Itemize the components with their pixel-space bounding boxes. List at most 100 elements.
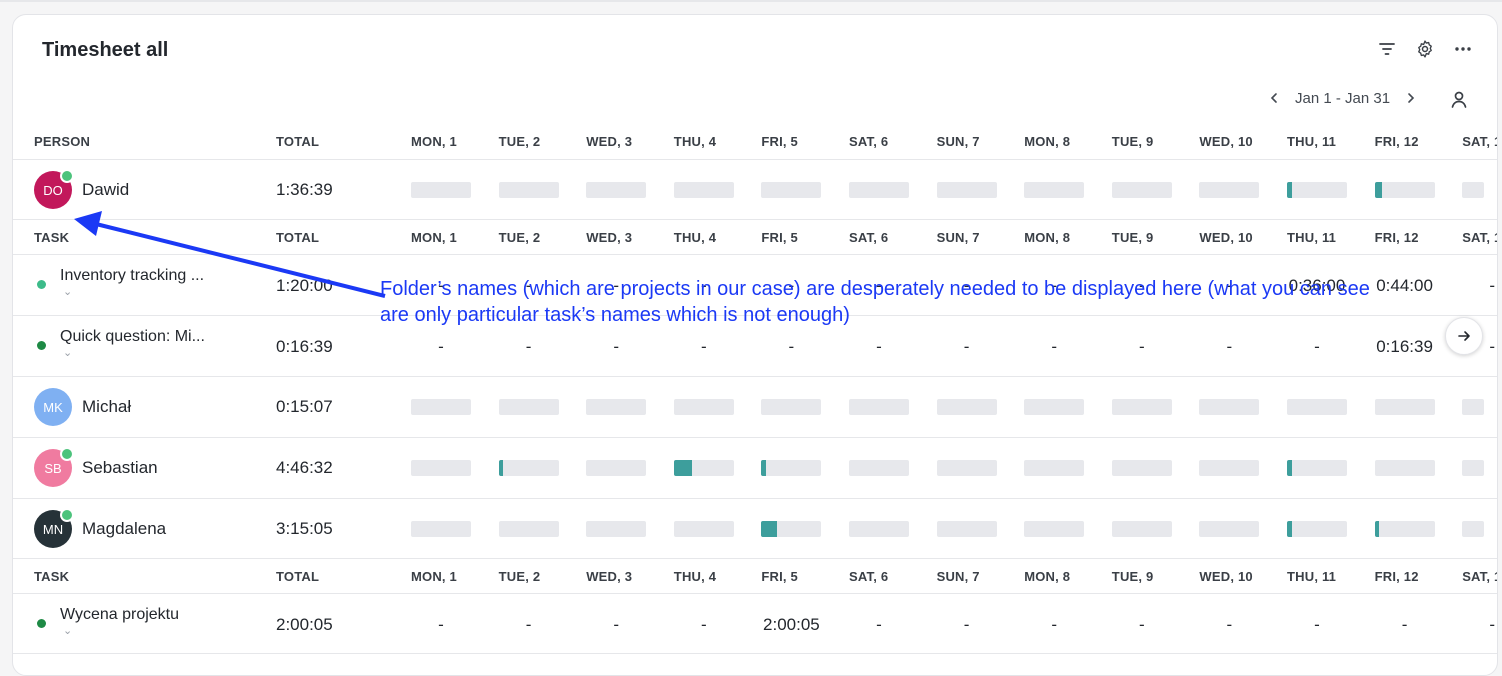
day-bar[interactable]: [849, 182, 909, 198]
chevron-down-icon[interactable]: ⌄: [63, 285, 72, 298]
day-bar[interactable]: [936, 399, 997, 415]
day-bar[interactable]: [1111, 182, 1172, 198]
day-bar[interactable]: [673, 182, 734, 198]
day-bar[interactable]: [1462, 399, 1485, 415]
task-day-value[interactable]: -: [571, 337, 661, 357]
day-bar[interactable]: [498, 460, 559, 476]
day-bar[interactable]: [1199, 182, 1260, 198]
person-name[interactable]: Dawid: [82, 180, 129, 200]
day-bar[interactable]: [498, 399, 559, 415]
task-row[interactable]: Wycena projektu ⌄ 2:00:05- - - -2:00:05- - - - - -…: [13, 593, 1497, 654]
task-day-value[interactable]: -: [484, 337, 574, 357]
task-name[interactable]: Inventory tracking ...: [60, 267, 204, 285]
task-day-value[interactable]: -: [396, 337, 486, 357]
day-bar[interactable]: [1024, 460, 1085, 476]
day-bar[interactable]: [411, 521, 471, 537]
task-day-value[interactable]: -: [1184, 337, 1274, 357]
day-bar[interactable]: [1024, 182, 1085, 198]
chevron-down-icon[interactable]: ⌄: [63, 346, 72, 359]
task-day-value[interactable]: -: [1272, 615, 1362, 635]
date-range-label[interactable]: Jan 1 - Jan 31: [1291, 90, 1394, 107]
scroll-right-button[interactable]: [1445, 317, 1483, 355]
day-bar[interactable]: [586, 521, 647, 537]
day-bar[interactable]: [586, 460, 647, 476]
day-bar[interactable]: [411, 399, 471, 415]
task-day-value[interactable]: -: [1009, 337, 1099, 357]
filter-icon[interactable]: [1375, 37, 1399, 61]
day-bar[interactable]: [1287, 399, 1347, 415]
task-day-value[interactable]: -: [484, 615, 574, 635]
task-day-value[interactable]: -: [571, 615, 661, 635]
day-bar[interactable]: [761, 460, 822, 476]
chevron-left-icon[interactable]: [1265, 89, 1283, 107]
day-bar[interactable]: [936, 521, 997, 537]
gear-icon[interactable]: [1413, 37, 1437, 61]
task-day-value[interactable]: -: [1097, 615, 1187, 635]
more-icon[interactable]: [1451, 37, 1475, 61]
task-day-value[interactable]: -: [834, 615, 924, 635]
day-bar[interactable]: [673, 460, 734, 476]
person-name[interactable]: Magdalena: [82, 519, 166, 539]
task-day-value[interactable]: -: [834, 337, 924, 357]
task-day-value[interactable]: -: [1447, 615, 1497, 635]
day-bar[interactable]: [1111, 460, 1172, 476]
day-bar[interactable]: [1374, 521, 1435, 537]
day-bar[interactable]: [849, 399, 909, 415]
task-day-value[interactable]: 0:16:39: [1360, 337, 1450, 357]
day-bar[interactable]: [1374, 182, 1435, 198]
day-bar[interactable]: [849, 460, 909, 476]
person-row[interactable]: SB Sebastian 4:46:32: [13, 437, 1497, 498]
day-bar[interactable]: [936, 182, 997, 198]
user-icon[interactable]: [1447, 87, 1471, 111]
task-day-value[interactable]: -: [1272, 337, 1362, 357]
person-name[interactable]: Michał: [82, 397, 131, 417]
person-name[interactable]: Sebastian: [82, 458, 158, 478]
day-bar[interactable]: [1462, 460, 1485, 476]
day-bar[interactable]: [1462, 182, 1485, 198]
task-day-value[interactable]: -: [746, 337, 836, 357]
day-bar[interactable]: [673, 399, 734, 415]
day-bar[interactable]: [1462, 521, 1485, 537]
task-day-value[interactable]: -: [659, 615, 749, 635]
day-bar[interactable]: [1024, 521, 1085, 537]
person-row[interactable]: MK Michał 0:15:07: [13, 376, 1497, 437]
task-name[interactable]: Wycena projektu: [60, 606, 179, 624]
day-bar[interactable]: [1199, 399, 1260, 415]
day-bar[interactable]: [1111, 399, 1172, 415]
day-bar[interactable]: [498, 521, 559, 537]
day-bar[interactable]: [586, 182, 647, 198]
day-bar[interactable]: [761, 182, 822, 198]
task-day-value[interactable]: -: [1184, 615, 1274, 635]
day-bar[interactable]: [1374, 399, 1435, 415]
task-day-value[interactable]: -: [922, 615, 1012, 635]
person-row[interactable]: MN Magdalena 3:15:05: [13, 498, 1497, 559]
day-bar[interactable]: [1287, 521, 1347, 537]
chevron-down-icon[interactable]: ⌄: [63, 624, 72, 637]
day-bar[interactable]: [673, 521, 734, 537]
day-bar[interactable]: [411, 182, 471, 198]
task-day-value[interactable]: 2:00:05: [746, 615, 836, 635]
day-bar[interactable]: [1199, 460, 1260, 476]
day-bar[interactable]: [761, 521, 822, 537]
task-day-value[interactable]: -: [1097, 337, 1187, 357]
day-bar[interactable]: [1111, 521, 1172, 537]
day-bar[interactable]: [849, 521, 909, 537]
day-bar[interactable]: [411, 460, 471, 476]
task-day-value[interactable]: -: [1360, 615, 1450, 635]
chevron-right-icon[interactable]: [1402, 89, 1420, 107]
task-day-value[interactable]: -: [659, 337, 749, 357]
task-day-value[interactable]: -: [922, 337, 1012, 357]
task-name[interactable]: Quick question: Mi...: [60, 328, 205, 346]
task-day-value[interactable]: -: [396, 615, 486, 635]
day-bar[interactable]: [936, 460, 997, 476]
day-bar[interactable]: [1024, 399, 1085, 415]
day-bar[interactable]: [586, 399, 647, 415]
day-bar[interactable]: [1287, 182, 1347, 198]
day-bar[interactable]: [1199, 521, 1260, 537]
day-bar[interactable]: [498, 182, 559, 198]
task-day-value[interactable]: -: [1447, 276, 1497, 296]
day-bar[interactable]: [1374, 460, 1435, 476]
day-bar[interactable]: [1287, 460, 1347, 476]
person-row[interactable]: DO Dawid 1:36:39: [13, 159, 1497, 220]
task-day-value[interactable]: -: [1009, 615, 1099, 635]
